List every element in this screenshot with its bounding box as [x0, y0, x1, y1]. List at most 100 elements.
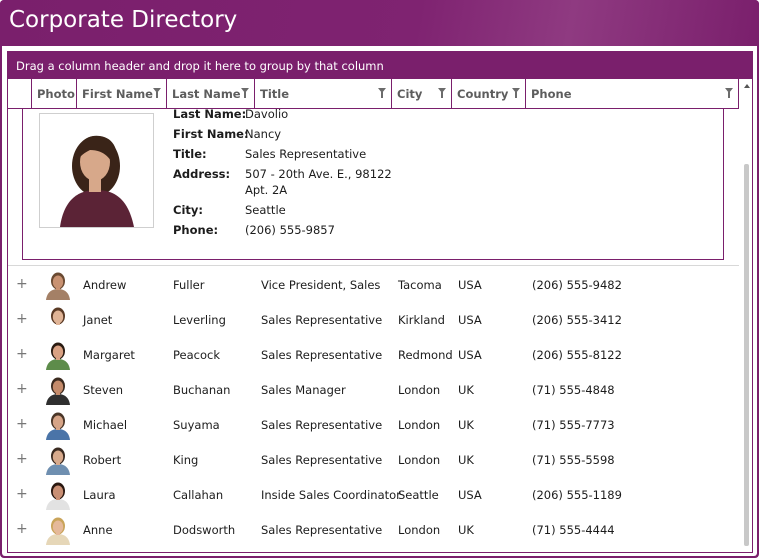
- filter-icon[interactable]: [725, 88, 733, 98]
- cell-title: Sales Representative: [261, 418, 383, 432]
- header-last-name[interactable]: Last Name: [167, 79, 255, 109]
- cell-country: USA: [458, 278, 482, 292]
- cell-city: Seattle: [398, 488, 439, 502]
- header-country[interactable]: Country: [452, 79, 526, 109]
- cell-country: USA: [458, 313, 482, 327]
- header-last-name-label: Last Name: [172, 87, 241, 101]
- table-row[interactable]: + Laura Callahan Inside Sales Coordinator Se…: [8, 477, 739, 512]
- header-city[interactable]: City: [392, 79, 452, 109]
- table-row[interactable]: + Janet Leverling Sales Representative Kirkl…: [8, 302, 739, 337]
- cell-phone: (206) 555-1189: [532, 488, 622, 502]
- cell-city: London: [398, 453, 441, 467]
- cell-country: UK: [458, 523, 474, 537]
- header-photo[interactable]: Photo: [32, 79, 77, 109]
- filter-icon[interactable]: [438, 88, 446, 98]
- filter-icon[interactable]: [241, 88, 249, 98]
- cell-last: Dodsworth: [173, 523, 236, 537]
- header-phone-label: Phone: [531, 87, 572, 101]
- table-row[interactable]: + Robert King Sales Representative London UK (…: [8, 442, 739, 477]
- expand-row-icon[interactable]: +: [16, 486, 28, 502]
- cell-title: Vice President, Sales: [261, 278, 381, 292]
- cell-first: Margaret: [83, 348, 135, 362]
- cell-first: Steven: [83, 383, 124, 397]
- employee-photo: [39, 113, 154, 228]
- cell-title: Sales Representative: [261, 348, 383, 362]
- filter-icon[interactable]: [512, 88, 520, 98]
- cell-last: Fuller: [173, 278, 205, 292]
- group-panel-text: Drag a column header and drop it here to…: [16, 59, 384, 73]
- detail-label: Address:: [173, 167, 231, 181]
- detail-value: Davolio: [245, 107, 289, 121]
- expand-row-icon[interactable]: +: [16, 521, 28, 537]
- table-row[interactable]: + Margaret Peacock Sales Representative Redm…: [8, 337, 739, 372]
- vertical-scrollbar[interactable]: [740, 79, 752, 552]
- header-title[interactable]: Title: [255, 79, 392, 109]
- expand-row-icon[interactable]: +: [16, 381, 28, 397]
- cell-country: USA: [458, 348, 482, 362]
- expand-row-icon[interactable]: +: [16, 311, 28, 327]
- filter-icon[interactable]: [153, 88, 161, 98]
- expand-row-icon[interactable]: +: [16, 346, 28, 362]
- cell-phone: (71) 555-7773: [532, 418, 615, 432]
- detail-value: Seattle: [245, 203, 286, 217]
- avatar: [43, 374, 73, 405]
- group-panel[interactable]: Drag a column header and drop it here to…: [7, 51, 753, 79]
- header-first-name-label: First Name: [82, 87, 153, 101]
- header-indent-cell: [8, 79, 32, 109]
- detail-label: First Name:: [173, 127, 249, 141]
- details-separator: [8, 265, 739, 266]
- expand-row-icon[interactable]: +: [16, 276, 28, 292]
- cell-first: Laura: [83, 488, 116, 502]
- cell-title: Sales Manager: [261, 383, 346, 397]
- cell-last: King: [173, 453, 199, 467]
- cell-country: UK: [458, 383, 474, 397]
- cell-country: UK: [458, 418, 474, 432]
- table-row[interactable]: + Michael Suyama Sales Representative London…: [8, 407, 739, 442]
- table-row[interactable]: + Andrew Fuller Vice President, Sales Tacoma…: [8, 267, 739, 302]
- table-row[interactable]: + Steven Buchanan Sales Manager London UK (71)…: [8, 372, 739, 407]
- cell-city: Redmond: [398, 348, 453, 362]
- table-row[interactable]: + Anne Dodsworth Sales Representative London…: [8, 512, 739, 547]
- cell-first: Andrew: [83, 278, 127, 292]
- employee-photo-image: [40, 114, 153, 227]
- detail-label: City:: [173, 203, 203, 217]
- header-first-name[interactable]: First Name: [77, 79, 167, 109]
- cell-city: London: [398, 418, 441, 432]
- app-title: Corporate Directory: [9, 7, 238, 33]
- scrollbar-thumb[interactable]: [744, 164, 749, 546]
- cell-last: Callahan: [173, 488, 224, 502]
- expand-row-icon[interactable]: +: [16, 416, 28, 432]
- cell-last: Buchanan: [173, 383, 231, 397]
- header-photo-label: Photo: [37, 87, 75, 101]
- detail-value-line2: Apt. 2A: [245, 183, 288, 197]
- cell-title: Sales Representative: [261, 313, 383, 327]
- cell-phone: (71) 555-4848: [532, 383, 615, 397]
- expand-row-icon[interactable]: +: [16, 451, 28, 467]
- avatar: [43, 339, 73, 370]
- filter-icon[interactable]: [378, 88, 386, 98]
- header-title-label: Title: [260, 87, 290, 101]
- cell-country: UK: [458, 453, 474, 467]
- cell-phone: (71) 555-5598: [532, 453, 615, 467]
- cell-city: Tacoma: [398, 278, 442, 292]
- cell-title: Sales Representative: [261, 453, 383, 467]
- detail-value: Sales Representative: [245, 147, 367, 161]
- avatar: [43, 444, 73, 475]
- cell-phone: (206) 555-8122: [532, 348, 622, 362]
- scroll-up-arrow-icon[interactable]: [744, 84, 750, 88]
- employee-grid: Photo First Name Last Name Title City Co…: [7, 79, 753, 553]
- avatar: [43, 304, 73, 335]
- cell-phone: (71) 555-4444: [532, 523, 615, 537]
- detail-value: 507 - 20th Ave. E., 98122: [245, 167, 392, 181]
- detail-value: (206) 555-9857: [245, 223, 335, 237]
- header-phone[interactable]: Phone: [526, 79, 739, 109]
- cell-first: Michael: [83, 418, 128, 432]
- cell-last: Suyama: [173, 418, 220, 432]
- cell-last: Peacock: [173, 348, 220, 362]
- cell-title: Inside Sales Coordinator: [261, 488, 401, 502]
- app-window: Corporate Directory Drag a column header…: [0, 0, 759, 558]
- detail-label: Last Name:: [173, 107, 247, 121]
- cell-title: Sales Representative: [261, 523, 383, 537]
- grid-header: Photo First Name Last Name Title City Co…: [8, 79, 739, 109]
- main-content: Drag a column header and drop it here to…: [2, 46, 757, 556]
